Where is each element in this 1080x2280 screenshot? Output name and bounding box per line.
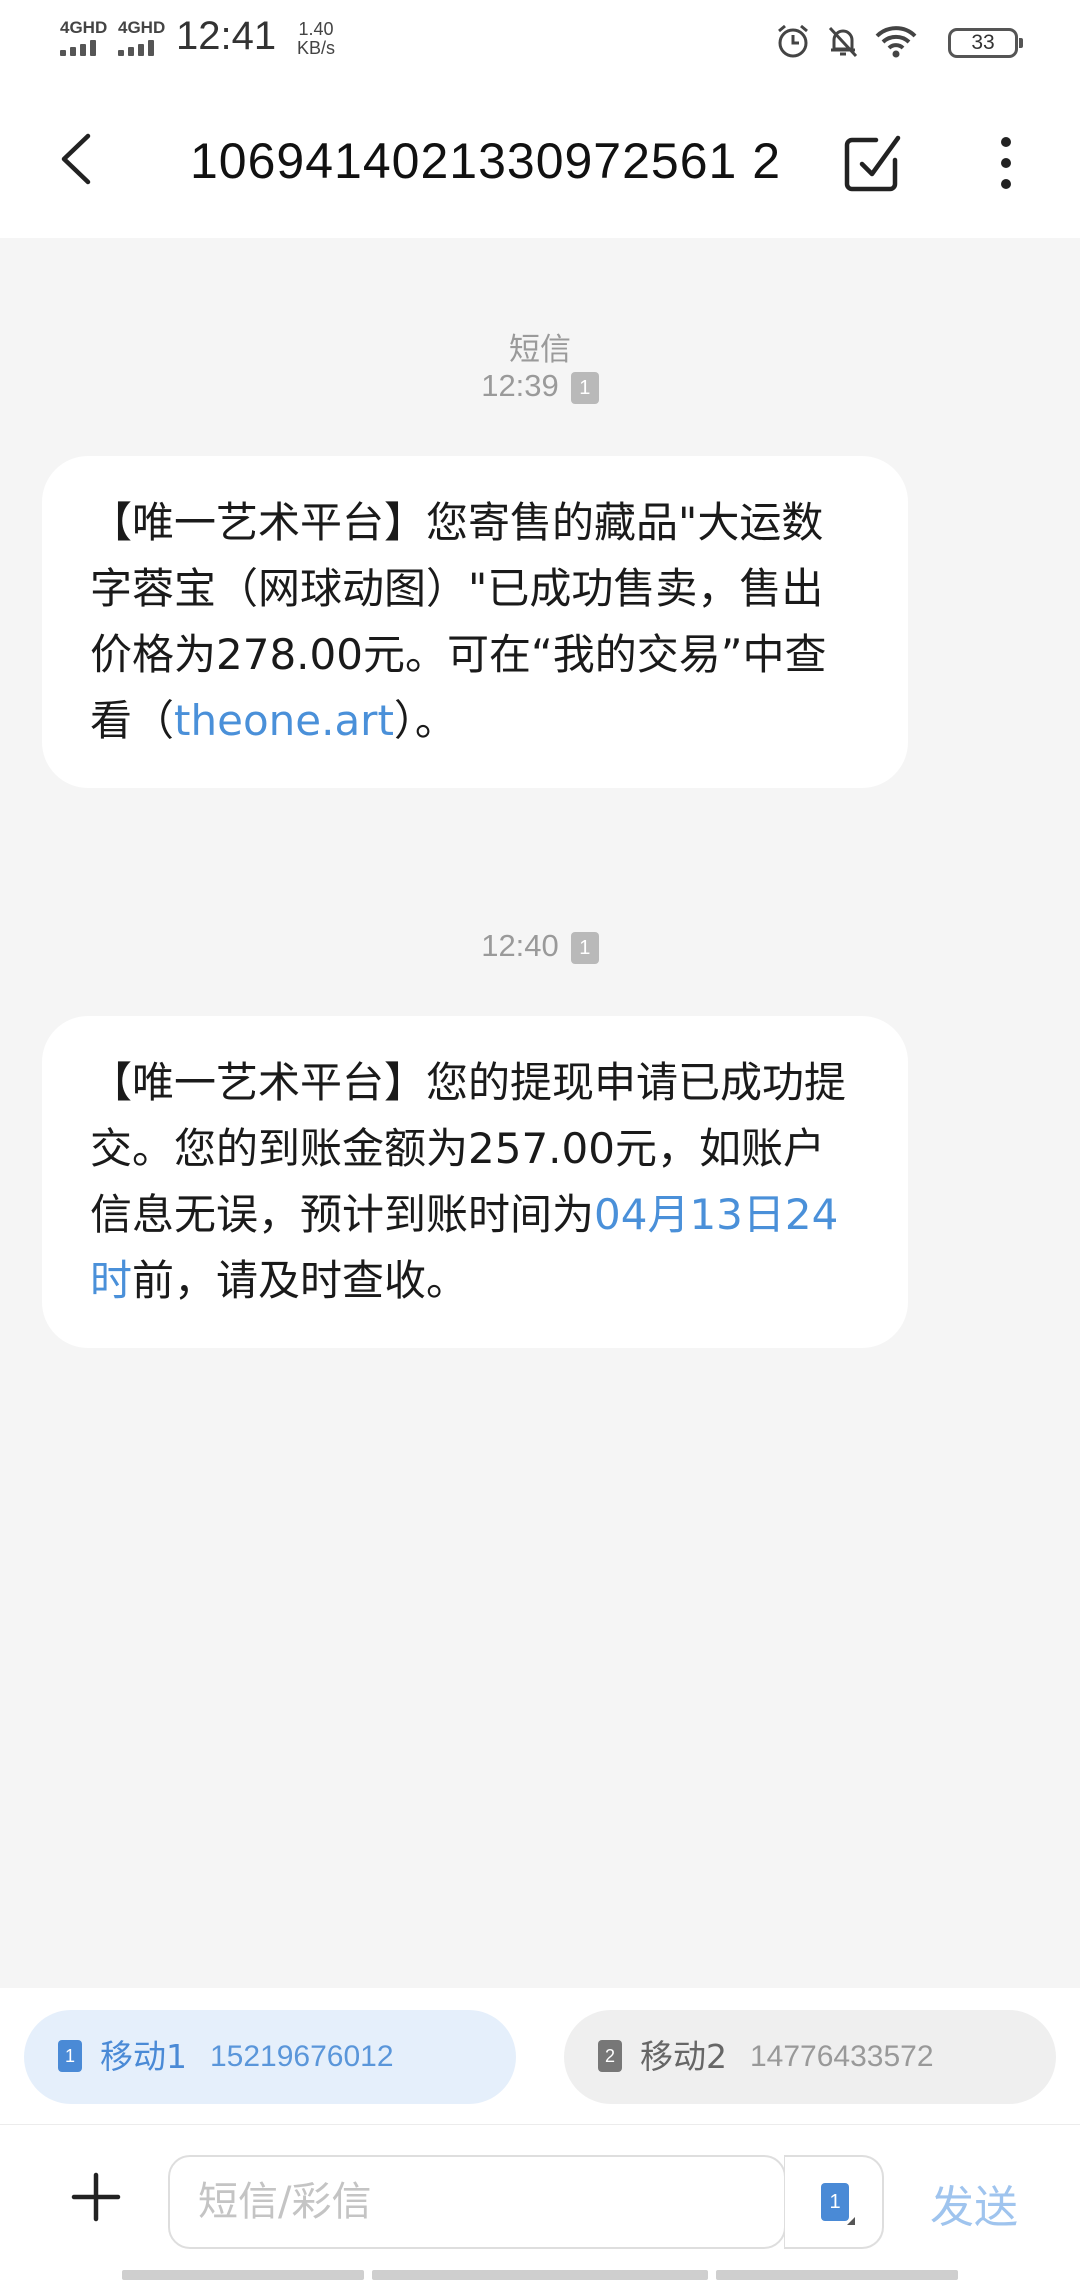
- sim-number: 15219676012: [210, 2040, 394, 2073]
- sim-number: 14776433572: [750, 2040, 934, 2073]
- signal-sim1-label: 4GHD: [60, 18, 108, 37]
- message-text: 前，请及时查收。: [132, 1256, 469, 1305]
- sim-card-icon: 2: [598, 2040, 622, 2072]
- send-button[interactable]: 发送: [930, 2171, 1018, 2235]
- net-speed: 1.40 KB/s: [286, 20, 346, 58]
- sim-card-icon: 1: [570, 932, 599, 964]
- sim1-chip[interactable]: 1 移动1 15219676012: [24, 2010, 516, 2104]
- wifi-icon: [875, 26, 917, 58]
- status-bar: 4GHD 4GHD 12:41 1.40 KB/s 33: [0, 0, 1080, 82]
- message-input[interactable]: [168, 2155, 786, 2249]
- message-timestamp: 12:39 1: [0, 368, 1080, 404]
- status-time: 12:41: [176, 14, 277, 58]
- keyboard-key-stub: [372, 2270, 708, 2280]
- edit-button[interactable]: [840, 130, 906, 196]
- more-options-button[interactable]: [986, 128, 1026, 198]
- conversation-header: 1069414021330972561 2: [0, 82, 1080, 238]
- chevron-left-icon: [61, 133, 91, 185]
- edit-square-icon: [844, 135, 901, 192]
- net-speed-value: 1.40: [298, 19, 334, 39]
- sim-card-icon: 1: [58, 2040, 82, 2072]
- message-link[interactable]: theone.art: [174, 696, 394, 745]
- add-attachment-button[interactable]: [60, 2161, 132, 2233]
- dropdown-corner-icon: [847, 2217, 855, 2225]
- keyboard-key-stub: [122, 2270, 364, 2280]
- net-speed-unit: KB/s: [296, 38, 335, 58]
- signal-sim2-icon: 4GHD: [116, 18, 172, 58]
- sim-card-icon: 1: [821, 2183, 849, 2221]
- alarm-icon: [778, 24, 808, 58]
- message-bubble[interactable]: 【唯一艺术平台】您寄售的藏品"大运数字蓉宝（网球动图）"已成功售卖，售出价格为2…: [42, 456, 908, 788]
- plus-icon: [71, 2172, 121, 2222]
- message-type-label: 短信: [509, 332, 571, 368]
- compose-bar: 1 发送: [0, 2124, 1080, 2280]
- message-bubble[interactable]: 【唯一艺术平台】您的提现申请已成功提交。您的到账金额为257.00元，如账户信息…: [42, 1016, 908, 1348]
- message-list[interactable]: 短信 12:39 1 【唯一艺术平台】您寄售的藏品"大运数字蓉宝（网球动图）"已成…: [0, 238, 1080, 1988]
- bell-off-icon: [828, 26, 858, 58]
- sim-card-icon: 1: [570, 372, 599, 404]
- message-text: ）。: [393, 696, 457, 745]
- sim2-chip[interactable]: 2 移动2 14776433572: [564, 2010, 1056, 2104]
- contact-title: 1069414021330972561 2: [190, 133, 782, 189]
- message-timestamp: 12:40 1: [0, 928, 1080, 964]
- sim-switch-button[interactable]: 1: [784, 2155, 884, 2249]
- keyboard-key-stub: [716, 2270, 958, 2280]
- more-vertical-icon: [1001, 137, 1011, 189]
- back-button[interactable]: [48, 124, 108, 194]
- sim-selector: 1 移动1 15219676012 2 移动2 14776433572: [0, 1988, 1080, 2124]
- sim-name: 移动1: [100, 2037, 187, 2076]
- timestamp-text: 12:40: [481, 928, 559, 963]
- signal-sim1-icon: 4GHD: [58, 18, 114, 58]
- signal-sim2-label: 4GHD: [118, 18, 166, 37]
- battery-indicator: 33: [948, 28, 1023, 58]
- timestamp-text: 12:39: [481, 368, 559, 403]
- sim-name: 移动2: [640, 2037, 727, 2076]
